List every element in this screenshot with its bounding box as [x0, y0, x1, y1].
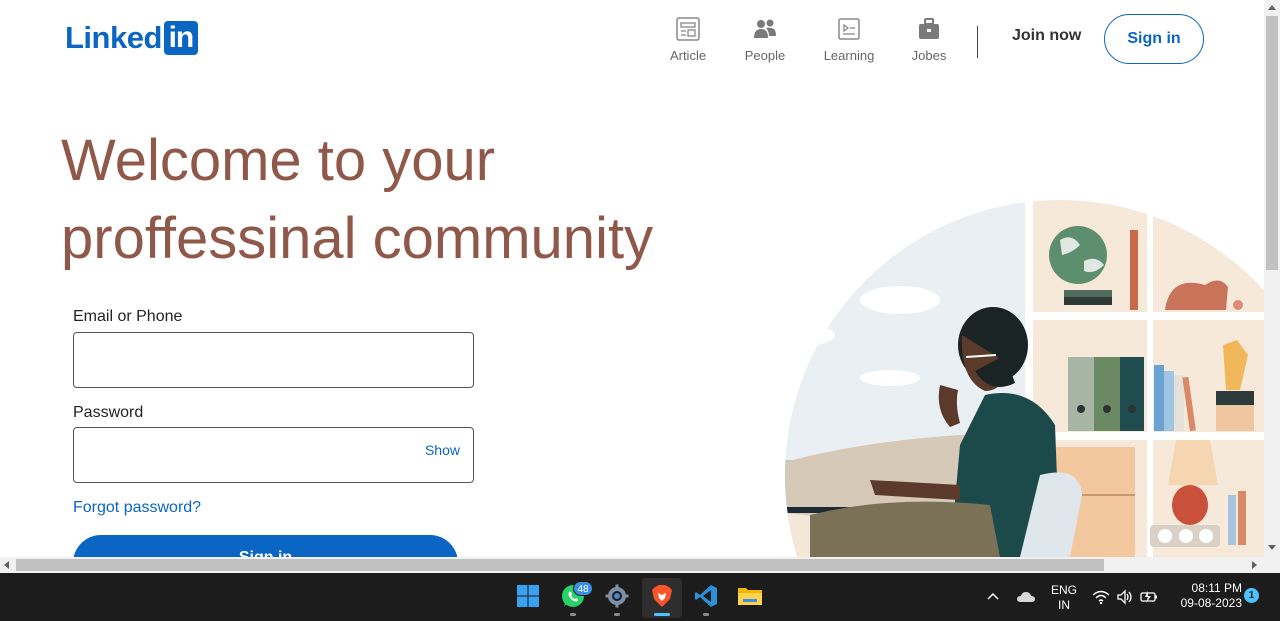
browser-viewport: Linked in Article People Learning Jobes …: [0, 0, 1264, 557]
taskbar-app-brave[interactable]: [642, 578, 682, 618]
language-code: ENG: [1050, 583, 1077, 597]
vertical-scrollbar[interactable]: [1264, 0, 1280, 557]
clock-date: 09-08-2023: [1180, 596, 1242, 610]
briefcase-icon: [916, 16, 942, 42]
nav-label-people: People: [744, 48, 786, 63]
scroll-down-arrow-icon[interactable]: [1268, 545, 1276, 550]
nav-item-people[interactable]: People: [744, 16, 786, 63]
sign-in-button-top[interactable]: Sign in: [1104, 14, 1204, 64]
logo-wordmark: Linked: [65, 20, 162, 55]
nav-item-jobs[interactable]: Jobes: [912, 16, 946, 63]
start-button[interactable]: [508, 578, 548, 618]
password-label: Password: [73, 404, 144, 421]
battery-charging-icon[interactable]: [1140, 587, 1158, 607]
scroll-left-arrow-icon[interactable]: [4, 561, 9, 569]
taskbar-app-vscode[interactable]: [686, 578, 726, 618]
vscode-icon: [694, 584, 718, 613]
nav-item-article[interactable]: Article: [670, 16, 706, 63]
windows-taskbar: 48 ENG IN 08:11 PM 09-08-2023 1: [0, 573, 1280, 621]
windows-icon: [516, 584, 540, 613]
horizontal-scroll-thumb[interactable]: [16, 559, 1104, 571]
join-now-link[interactable]: Join now: [1004, 25, 1089, 47]
taskbar-app-settings[interactable]: [597, 578, 637, 618]
settings-gear-icon: [605, 584, 629, 613]
wifi-icon[interactable]: [1092, 587, 1110, 607]
scroll-up-arrow-icon[interactable]: [1268, 5, 1276, 10]
running-indicator: [614, 613, 620, 616]
folder-icon: [737, 584, 763, 613]
active-indicator: [654, 613, 670, 616]
hero-illustration: [785, 200, 1264, 557]
show-password-button[interactable]: Show: [425, 442, 460, 458]
vertical-scroll-thumb[interactable]: [1266, 16, 1278, 270]
page-title-line-2: proffessinal community: [61, 206, 654, 271]
brave-browser-icon: [650, 584, 674, 613]
volume-icon[interactable]: [1116, 587, 1134, 607]
logo-in-box: in: [163, 21, 198, 55]
article-icon: [675, 16, 701, 42]
notification-count-badge[interactable]: 1: [1244, 588, 1259, 603]
nav-divider: [977, 26, 978, 58]
page-title: Welcome to your proffessinal community: [61, 122, 653, 278]
taskbar-app-whatsapp[interactable]: 48: [553, 578, 593, 618]
nav-label-article: Article: [669, 48, 707, 63]
email-field[interactable]: [73, 332, 474, 388]
onedrive-cloud-icon[interactable]: [1016, 587, 1036, 607]
nav-label-learning: Learning: [823, 48, 875, 63]
page-title-line-1: Welcome to your: [61, 128, 496, 193]
running-indicator: [703, 613, 709, 616]
learning-icon: [836, 16, 862, 42]
linkedin-logo[interactable]: Linked in: [65, 20, 198, 56]
password-field[interactable]: Show: [73, 427, 474, 483]
taskbar-app-file-explorer[interactable]: [730, 578, 770, 618]
people-icon: [752, 16, 778, 42]
nav-item-learning[interactable]: Learning: [824, 16, 874, 63]
running-indicator: [570, 613, 576, 616]
whatsapp-unread-badge: 48: [573, 581, 593, 596]
input-language-indicator[interactable]: ENG IN: [1045, 583, 1083, 613]
sign-in-submit-button[interactable]: Sign in: [73, 535, 458, 557]
region-code: IN: [1058, 598, 1070, 612]
chevron-up-icon[interactable]: [984, 587, 1002, 607]
horizontal-scrollbar[interactable]: [0, 557, 1280, 573]
email-label: Email or Phone: [73, 308, 183, 325]
forgot-password-link[interactable]: Forgot password?: [73, 499, 201, 517]
system-clock[interactable]: 08:11 PM 09-08-2023: [1166, 581, 1242, 611]
nav-label-jobs: Jobes: [911, 48, 947, 63]
clock-time: 08:11 PM: [1191, 581, 1242, 595]
scroll-right-arrow-icon[interactable]: [1252, 561, 1257, 569]
